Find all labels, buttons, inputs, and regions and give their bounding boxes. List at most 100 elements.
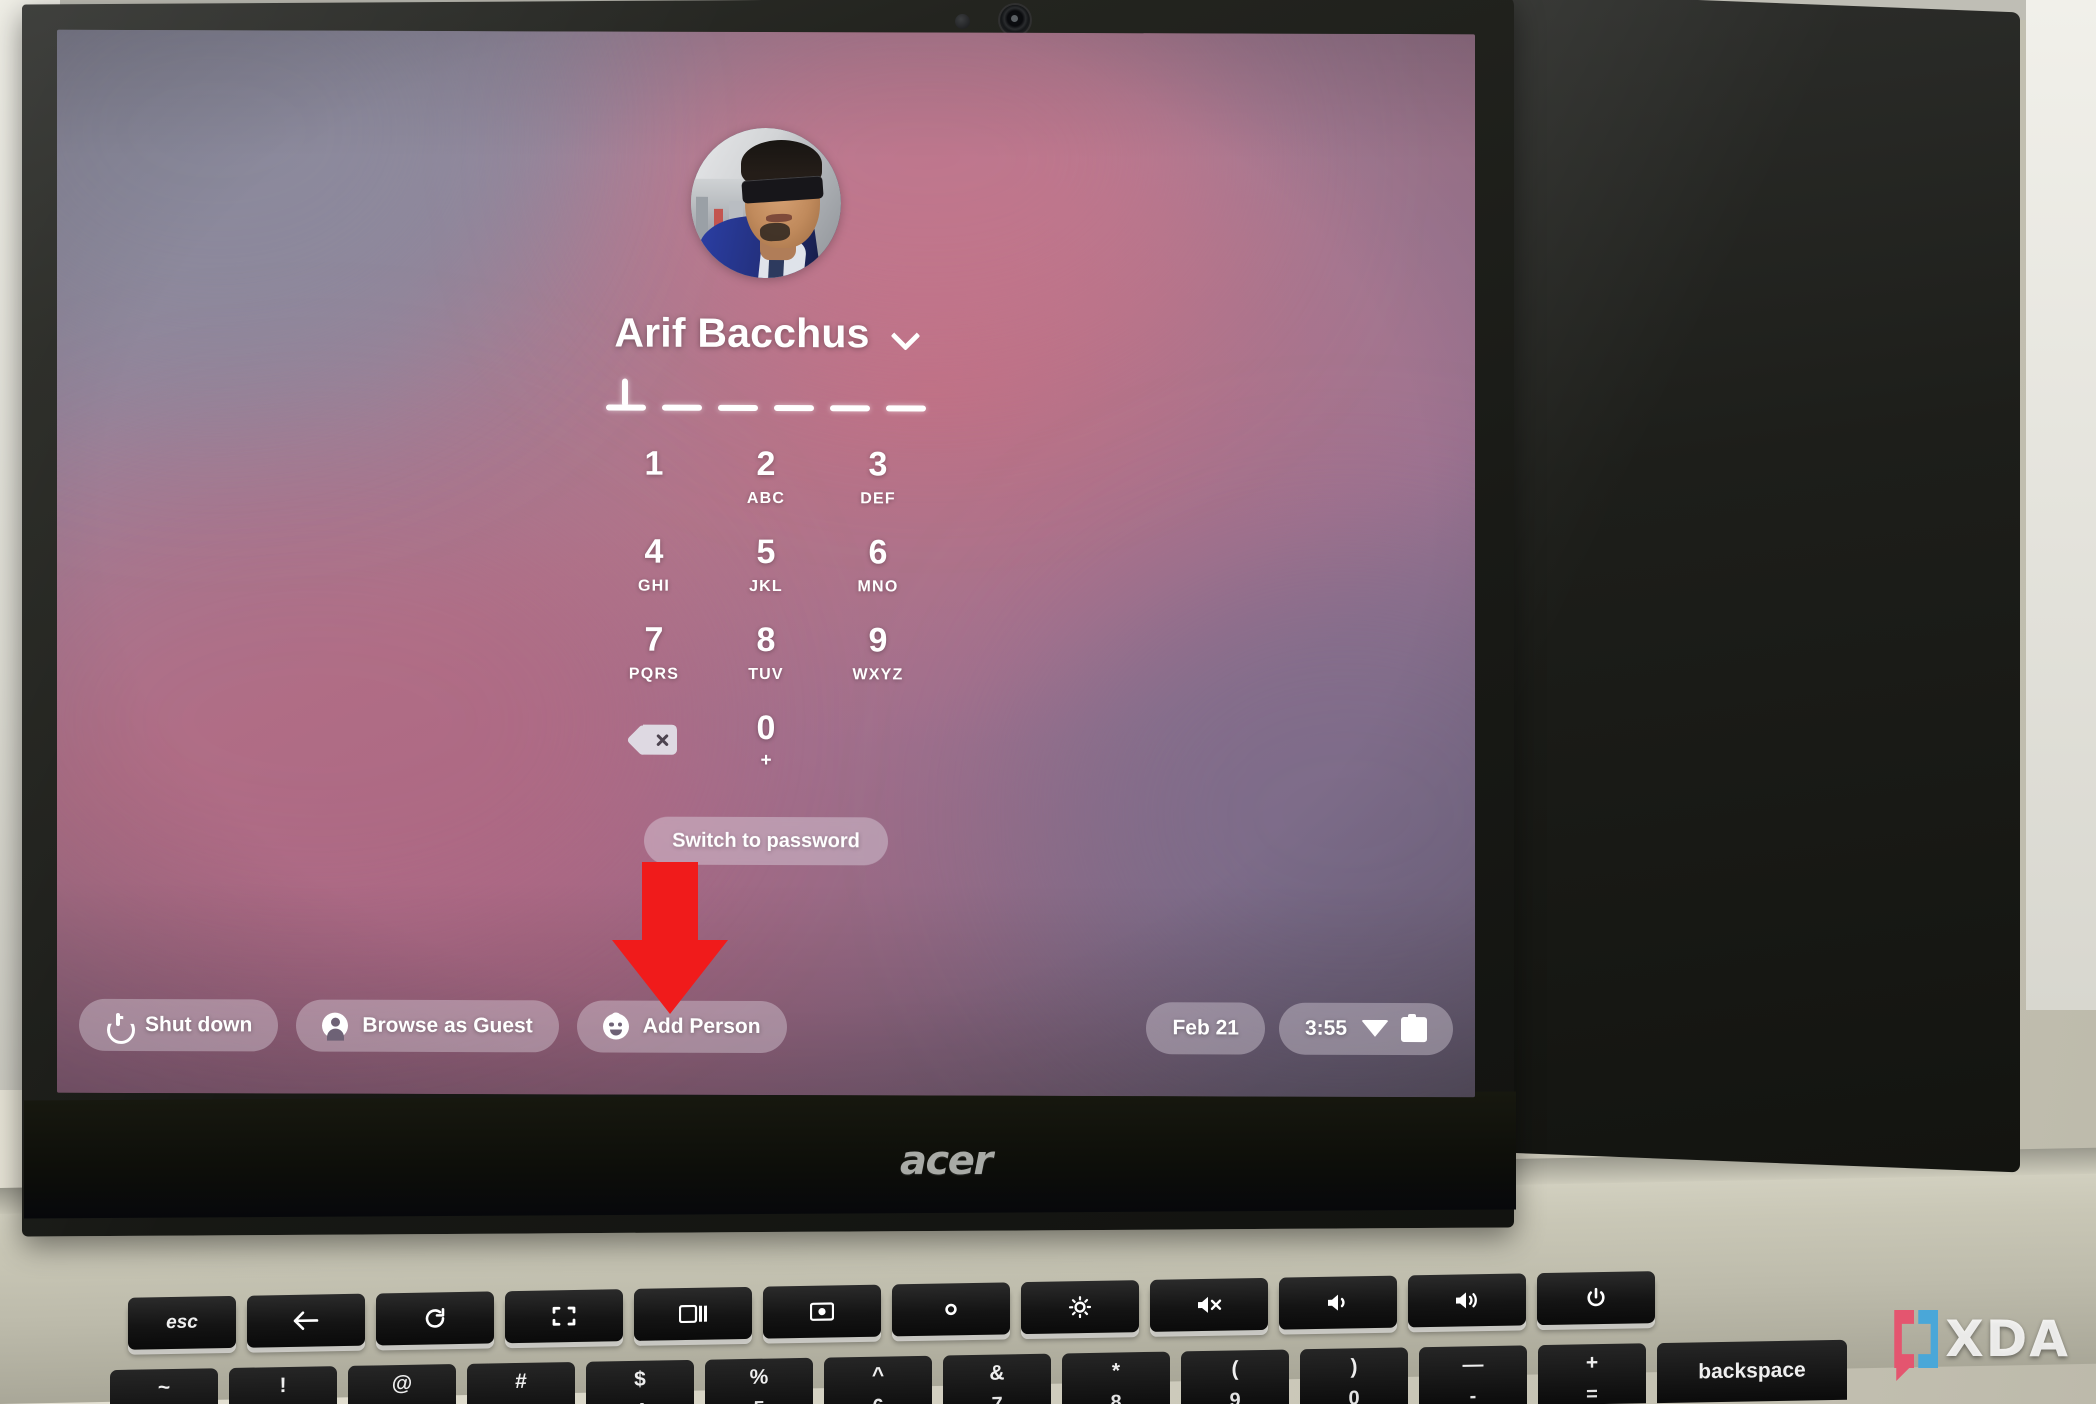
key-base-label: 7 <box>991 1394 1002 1404</box>
webcam-lens-icon <box>1000 5 1030 35</box>
key-shift-label: $ <box>634 1367 646 1391</box>
keypad-key-4[interactable]: 4 GHI <box>598 526 710 614</box>
key-0[interactable]: ) 0 <box>1300 1347 1408 1404</box>
key-base-label: 9 <box>1229 1389 1241 1404</box>
key-volume-up-icon[interactable] <box>1408 1273 1526 1328</box>
key-=[interactable]: + = <box>1538 1343 1646 1404</box>
keypad-key-9[interactable]: 9 WXYZ <box>822 615 934 703</box>
key-base-label: 6 <box>872 1396 883 1404</box>
keypad-digit: 5 <box>756 532 776 572</box>
guest-label: Browse as Guest <box>362 1013 533 1038</box>
keypad-digit: 2 <box>756 444 776 484</box>
key-shift-label: ! <box>279 1373 287 1398</box>
chromeos-lock-screen: Arif Bacchus 1 2 ABC 3 DEF 4 GHI 5 JKL 6 MNO 7 PQRS 8… <box>57 29 1475 1098</box>
add-person-label: Add Person <box>642 1014 761 1038</box>
keypad-digit: 6 <box>868 533 888 572</box>
date-label: Feb 21 <box>1172 1016 1239 1040</box>
key-power-key-icon[interactable] <box>1537 1271 1655 1326</box>
key-3[interactable]: #3 <box>467 1361 575 1404</box>
shutdown-button[interactable]: Shut down <box>79 998 279 1052</box>
key-overview-windows-icon[interactable] <box>634 1286 752 1341</box>
key-base-label: 8 <box>1110 1391 1122 1404</box>
key-shift-label: ^ <box>871 1363 885 1387</box>
key-shift-label: ~ <box>157 1376 171 1400</box>
pin-caret <box>622 378 628 407</box>
red-down-arrow-annotation <box>612 862 728 1014</box>
key-label: backspace <box>1698 1358 1806 1384</box>
key-reload-icon[interactable] <box>376 1291 494 1346</box>
key-8[interactable]: * 8 <box>1062 1351 1170 1404</box>
key-brightness-down-icon[interactable] <box>892 1282 1010 1337</box>
backspace-key[interactable] <box>598 702 710 790</box>
key-4[interactable]: $4 <box>586 1359 694 1404</box>
acer-brand-logo: acer <box>900 1138 993 1184</box>
keypad-letters: PQRS <box>628 665 680 683</box>
face-icon <box>602 1012 629 1040</box>
keypad-key-6[interactable]: 6 MNO <box>822 527 934 615</box>
keypad-letters: MNO <box>857 578 899 596</box>
key-5[interactable]: %5 <box>705 1357 813 1404</box>
key-7[interactable]: &7 <box>943 1353 1051 1404</box>
avatar-beard <box>759 221 791 242</box>
webcam-glint <box>1011 15 1018 22</box>
keypad-key-7[interactable]: 7 PQRS <box>598 614 710 702</box>
status-tray[interactable]: 3:55 <box>1278 1002 1453 1056</box>
key-1[interactable]: !1 <box>229 1366 337 1404</box>
key-brightness-up-icon[interactable] <box>1021 1280 1139 1335</box>
key-back-arrow-icon[interactable] <box>247 1293 365 1348</box>
battery-icon <box>1401 1016 1427 1042</box>
key-fullscreen-icon[interactable] <box>505 1289 623 1344</box>
key-`[interactable]: ~` <box>110 1368 218 1404</box>
keypad-key-3[interactable]: 3 DEF <box>822 439 934 527</box>
key-base-label: 5 <box>753 1398 764 1404</box>
pin-dash <box>662 404 702 411</box>
key-esc[interactable]: esc <box>128 1295 236 1350</box>
keypad-letters: + <box>760 749 772 772</box>
key-backspace[interactable]: backspace <box>1657 1339 1847 1404</box>
keypad-letters: DEF <box>860 490 896 508</box>
pin-dash <box>886 405 926 412</box>
user-name-row[interactable]: Arif Bacchus <box>614 310 917 358</box>
key-9[interactable]: (9 <box>1181 1349 1289 1404</box>
key-shift-label: — <box>1462 1353 1484 1377</box>
keypad-key-0[interactable]: 0 + <box>710 703 822 791</box>
time-label: 3:55 <box>1304 1016 1347 1040</box>
xda-watermark: XDA <box>1894 1310 2070 1381</box>
key-mute-icon[interactable] <box>1150 1277 1268 1332</box>
key-shift-label: @ <box>391 1371 413 1396</box>
login-panel: Arif Bacchus 1 2 ABC 3 DEF 4 GHI 5 JKL 6 MNO 7 PQRS 8… <box>57 126 1475 867</box>
keypad-key-8[interactable]: 8 TUV <box>710 615 822 703</box>
backspace-icon <box>626 723 677 756</box>
keypad-key-1[interactable]: 1 <box>598 438 710 526</box>
keypad-digit: 0 <box>756 708 776 748</box>
key--[interactable]: — - <box>1419 1345 1527 1404</box>
pin-keypad[interactable]: 1 2 ABC 3 DEF 4 GHI 5 JKL 6 MNO 7 PQRS 8 TUV 9 WXYZ 0 + <box>598 438 934 791</box>
user-name: Arif Bacchus <box>614 309 870 357</box>
avatar[interactable] <box>691 127 841 279</box>
switch-to-password-button[interactable]: Switch to password <box>644 816 888 866</box>
avatar-mouth <box>765 212 792 222</box>
keypad-key-5[interactable]: 5 JKL <box>710 527 822 615</box>
keypad-digit: 8 <box>756 620 776 660</box>
chevron-down-icon[interactable] <box>892 321 918 347</box>
browse-as-guest-button[interactable]: Browse as Guest <box>296 999 559 1053</box>
key-volume-down-icon[interactable] <box>1279 1275 1397 1330</box>
key-6[interactable]: ^6 <box>824 1355 932 1404</box>
keypad-letters: JKL <box>749 577 783 596</box>
pin-input-field[interactable] <box>606 378 926 412</box>
key-shift-label: ) <box>1350 1355 1358 1379</box>
date-pill[interactable]: Feb 21 <box>1146 1002 1265 1055</box>
key-2[interactable]: @2 <box>348 1364 456 1404</box>
pin-dash <box>774 405 814 412</box>
keypad-letters: WXYZ <box>852 666 904 684</box>
key-base-label: 4 <box>634 1400 645 1404</box>
keypad-key-2[interactable]: 2 ABC <box>710 439 822 527</box>
keypad-digit: 4 <box>644 532 664 571</box>
power-icon <box>105 1012 131 1038</box>
key-base-label: - <box>1469 1385 1477 1404</box>
key-label: esc <box>166 1311 198 1334</box>
key-shift-label: % <box>749 1365 769 1389</box>
keypad-digit: 3 <box>868 445 888 484</box>
key-shift-label: & <box>989 1361 1005 1385</box>
key-screenshot-icon[interactable] <box>763 1284 881 1339</box>
